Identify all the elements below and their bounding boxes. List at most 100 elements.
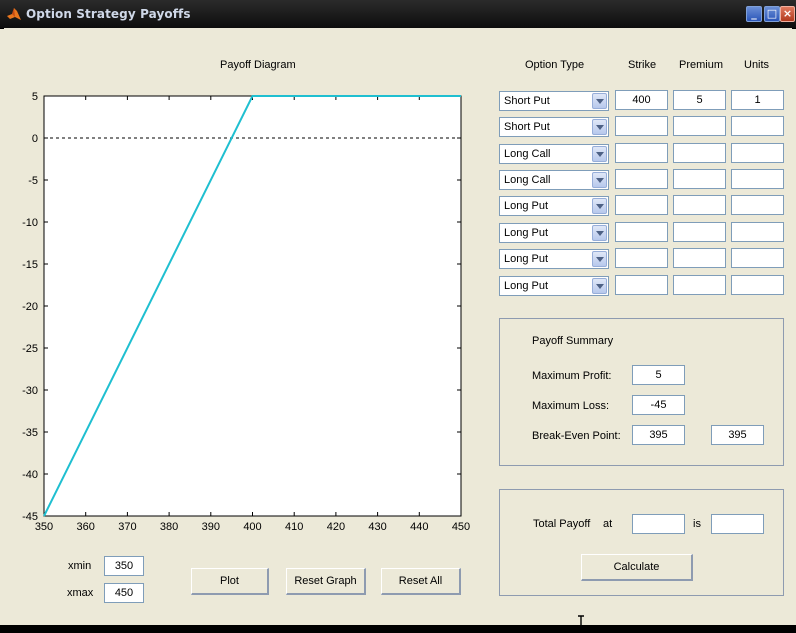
minimize-icon: _	[751, 7, 757, 20]
premium-input[interactable]	[673, 222, 726, 242]
app-window: Option Strategy Payoffs _ □ × Payoff Dia…	[0, 0, 796, 633]
header-strike: Strike	[628, 59, 657, 71]
header-option-type: Option Type	[525, 59, 585, 71]
option-type-dropdown[interactable]: Short Put	[499, 91, 609, 111]
y-tick-label: 0	[32, 133, 38, 145]
units-input[interactable]	[731, 275, 784, 295]
maximize-icon: □	[766, 7, 778, 20]
y-tick-label: -5	[28, 175, 38, 187]
strike-input[interactable]	[615, 275, 668, 295]
premium-input[interactable]	[673, 275, 726, 295]
strike-input[interactable]	[615, 248, 668, 268]
strike-input[interactable]	[615, 222, 668, 242]
max-profit-label: Maximum Profit:	[532, 370, 612, 382]
matlab-logo-icon	[7, 8, 21, 20]
x-tick-label: 390	[202, 521, 220, 533]
y-tick-label: -25	[22, 343, 38, 355]
units-input[interactable]	[731, 248, 784, 268]
is-label: is	[693, 518, 701, 530]
y-tick-label: -30	[22, 385, 38, 397]
y-tick-label: -40	[22, 469, 38, 481]
premium-input[interactable]	[673, 248, 726, 268]
x-tick-label: 400	[243, 521, 261, 533]
y-tick-label: -35	[22, 427, 38, 439]
x-tick-label: 360	[77, 521, 95, 533]
close-button[interactable]: ×	[780, 6, 795, 22]
minimize-button[interactable]: _	[746, 6, 762, 22]
units-input[interactable]	[731, 143, 784, 163]
break-even-field-1: 395	[632, 425, 685, 445]
header-premium: Premium	[679, 59, 724, 71]
strike-input[interactable]: 400	[615, 90, 668, 110]
text-cursor-icon	[578, 615, 584, 633]
plot-area	[43, 95, 462, 517]
break-even-field-2: 395	[711, 425, 764, 445]
x-tick-label: 380	[160, 521, 178, 533]
units-input[interactable]: 1	[731, 90, 784, 110]
xmin-label: xmin	[68, 560, 92, 572]
reset-all-button[interactable]: Reset All	[381, 568, 461, 595]
break-even-label: Break-Even Point:	[532, 430, 621, 442]
xmax-label: xmax	[67, 587, 94, 599]
summary-title: Payoff Summary	[532, 335, 614, 347]
header-units: Units	[744, 59, 770, 71]
payoff-chart: 350 360 370 380 390 400 410 420 430 440 45050-5-10…	[22, 91, 470, 533]
chevron-down-icon[interactable]	[592, 225, 607, 241]
option-type-dropdown[interactable]: Short Put	[499, 117, 609, 137]
close-icon: ×	[782, 7, 793, 20]
total-payoff-is-field	[711, 514, 764, 534]
option-type-dropdown[interactable]: Long Call	[499, 170, 609, 190]
strike-input[interactable]	[615, 143, 668, 163]
chevron-down-icon[interactable]	[592, 146, 607, 162]
total-payoff-at-input[interactable]	[632, 514, 685, 534]
total-payoff-label: Total Payoff	[533, 518, 591, 530]
x-tick-label: 370	[118, 521, 136, 533]
units-input[interactable]	[731, 222, 784, 242]
x-tick-label: 410	[285, 521, 303, 533]
chevron-down-icon[interactable]	[592, 278, 607, 294]
units-input[interactable]	[731, 169, 784, 189]
at-label: at	[603, 518, 613, 530]
max-loss-label: Maximum Loss:	[532, 400, 610, 412]
x-tick-label: 440	[410, 521, 428, 533]
y-tick-label: -20	[22, 301, 38, 313]
y-tick-label: 5	[32, 91, 38, 103]
window-title: Option Strategy Payoffs	[26, 7, 191, 21]
strike-input[interactable]	[615, 169, 668, 189]
calculate-button[interactable]: Calculate	[581, 554, 693, 581]
option-type-dropdown[interactable]: Long Call	[499, 144, 609, 164]
chevron-down-icon[interactable]	[592, 93, 607, 109]
premium-input[interactable]: 5	[673, 90, 726, 110]
y-tick-label: -10	[22, 217, 38, 229]
maximize-button[interactable]: □	[764, 6, 780, 22]
reset-graph-button[interactable]: Reset Graph	[286, 568, 366, 595]
x-tick-label: 450	[452, 521, 470, 533]
premium-input[interactable]	[673, 195, 726, 215]
plot-button[interactable]: Plot	[191, 568, 269, 595]
max-loss-field: -45	[632, 395, 685, 415]
x-tick-label: 420	[327, 521, 345, 533]
premium-input[interactable]	[673, 116, 726, 136]
y-tick-label: -45	[22, 511, 38, 523]
strike-input[interactable]	[615, 195, 668, 215]
option-type-dropdown[interactable]: Long Put	[499, 196, 609, 216]
chevron-down-icon[interactable]	[592, 251, 607, 267]
option-type-dropdown[interactable]: Long Put	[499, 223, 609, 243]
y-tick-label: -15	[22, 259, 38, 271]
option-type-dropdown[interactable]: Long Put	[499, 249, 609, 269]
units-input[interactable]	[731, 116, 784, 136]
premium-input[interactable]	[673, 169, 726, 189]
xmin-input[interactable]: 350	[104, 556, 144, 576]
strike-input[interactable]	[615, 116, 668, 136]
max-profit-field: 5	[632, 365, 685, 385]
figure-client-area: Payoff Diagram 350 360 370 380 390 400 410 420 4…	[4, 28, 792, 633]
units-input[interactable]	[731, 195, 784, 215]
premium-input[interactable]	[673, 143, 726, 163]
xmax-input[interactable]: 450	[104, 583, 144, 603]
chevron-down-icon[interactable]	[592, 119, 607, 135]
chevron-down-icon[interactable]	[592, 198, 607, 214]
chevron-down-icon[interactable]	[592, 172, 607, 188]
option-type-dropdown[interactable]: Long Put	[499, 276, 609, 296]
title-bar[interactable]: Option Strategy Payoffs _ □ ×	[0, 0, 796, 29]
x-tick-label: 430	[368, 521, 386, 533]
